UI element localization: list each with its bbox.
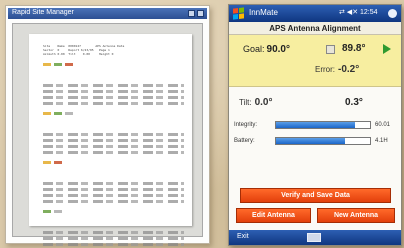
report-row xyxy=(43,90,184,93)
report-row xyxy=(43,139,184,142)
battery-value: 4.1H xyxy=(375,138,388,144)
error-readout: Error: -0.2° xyxy=(315,64,359,75)
new-antenna-button[interactable]: New Antenna xyxy=(317,208,395,223)
report-row xyxy=(43,194,184,197)
report-row xyxy=(43,145,184,148)
tilt-goal: 0.0° xyxy=(254,97,273,108)
alignment-panel: Goal: 90.0° 89.8° Error: -0.2° xyxy=(229,35,401,87)
battery-meter xyxy=(275,137,371,145)
legend-swatch xyxy=(43,63,51,66)
legend-swatch xyxy=(43,210,51,213)
report-page: Site Name 0000127 APS Antenna Data Secto… xyxy=(29,34,192,246)
exit-softkey[interactable]: Exit xyxy=(237,233,249,240)
report-row xyxy=(43,96,184,99)
edit-antenna-button[interactable]: Edit Antenna xyxy=(236,208,311,223)
legend-swatch xyxy=(43,161,51,164)
legend-swatch xyxy=(54,63,62,66)
start-menu-icon[interactable] xyxy=(233,7,244,20)
report-window-titlebar: Rapid Site Manager xyxy=(8,8,207,19)
goal-label: Goal: xyxy=(243,44,265,54)
app-name: InnMate xyxy=(249,8,278,17)
play-icon[interactable] xyxy=(383,44,391,54)
report-screen: Rapid Site Manager Site Name 0000127 APS… xyxy=(5,5,210,246)
legend-swatch xyxy=(54,112,62,115)
integrity-value: 60.01 xyxy=(375,122,391,128)
error-value: -0.2° xyxy=(338,64,360,75)
report-row xyxy=(43,237,184,240)
status-indicators: ⇄ ◀✕ 12:54 xyxy=(339,9,378,16)
report-row xyxy=(43,200,184,203)
goal-readout: Goal: 90.0° xyxy=(243,44,290,55)
report-section xyxy=(43,210,184,246)
legend-swatch xyxy=(65,63,73,66)
screen-title: APS Antenna Alignment xyxy=(229,22,401,35)
minimize-icon[interactable] xyxy=(188,10,195,17)
tilt-label: Tilt: xyxy=(239,98,252,107)
measurement-panel: Tilt: 0.0° 0.3° Integrity: 60.01 Battery:… xyxy=(229,87,401,230)
settings-icon[interactable] xyxy=(326,45,335,54)
report-section xyxy=(43,112,184,154)
verify-save-button[interactable]: Verify and Save Data xyxy=(240,188,391,203)
report-row xyxy=(43,188,184,191)
pda-screen: InnMate ⇄ ◀✕ 12:54 APS Antenna Alignment… xyxy=(228,4,402,246)
ok-icon[interactable] xyxy=(388,9,397,18)
tilt-readout: Tilt: 0.0° xyxy=(239,97,273,108)
report-viewer: Site Name 0000127 APS Antenna Data Secto… xyxy=(12,23,203,246)
integrity-fill xyxy=(276,122,355,128)
report-row xyxy=(43,133,184,136)
integrity-meter xyxy=(275,121,371,129)
error-label: Error: xyxy=(315,65,335,74)
report-row xyxy=(43,231,184,234)
report-row xyxy=(43,102,184,105)
report-row xyxy=(43,182,184,185)
legend-swatch xyxy=(43,112,51,115)
report-row xyxy=(43,151,184,154)
report-section xyxy=(43,63,184,105)
keyboard-icon[interactable] xyxy=(307,233,321,242)
report-window-title: Rapid Site Manager xyxy=(12,9,74,16)
goal-value: 90.0° xyxy=(266,44,290,55)
close-icon[interactable] xyxy=(197,10,204,17)
report-section xyxy=(43,161,184,203)
current-azimuth: 89.8° xyxy=(342,43,366,54)
integrity-label: Integrity: xyxy=(234,122,258,128)
legend-swatch xyxy=(54,161,62,164)
legend-swatch xyxy=(54,210,62,213)
report-row xyxy=(43,84,184,87)
taskbar: InnMate ⇄ ◀✕ 12:54 xyxy=(229,5,401,22)
battery-fill xyxy=(276,138,345,144)
tilt-current: 0.3° xyxy=(345,97,363,108)
menu-bar: Exit xyxy=(229,230,401,245)
legend-swatch xyxy=(65,112,73,115)
battery-label: Battery: xyxy=(234,138,255,144)
report-row xyxy=(43,243,184,246)
report-header: Site Name 0000127 APS Antenna Data Secto… xyxy=(43,44,125,56)
